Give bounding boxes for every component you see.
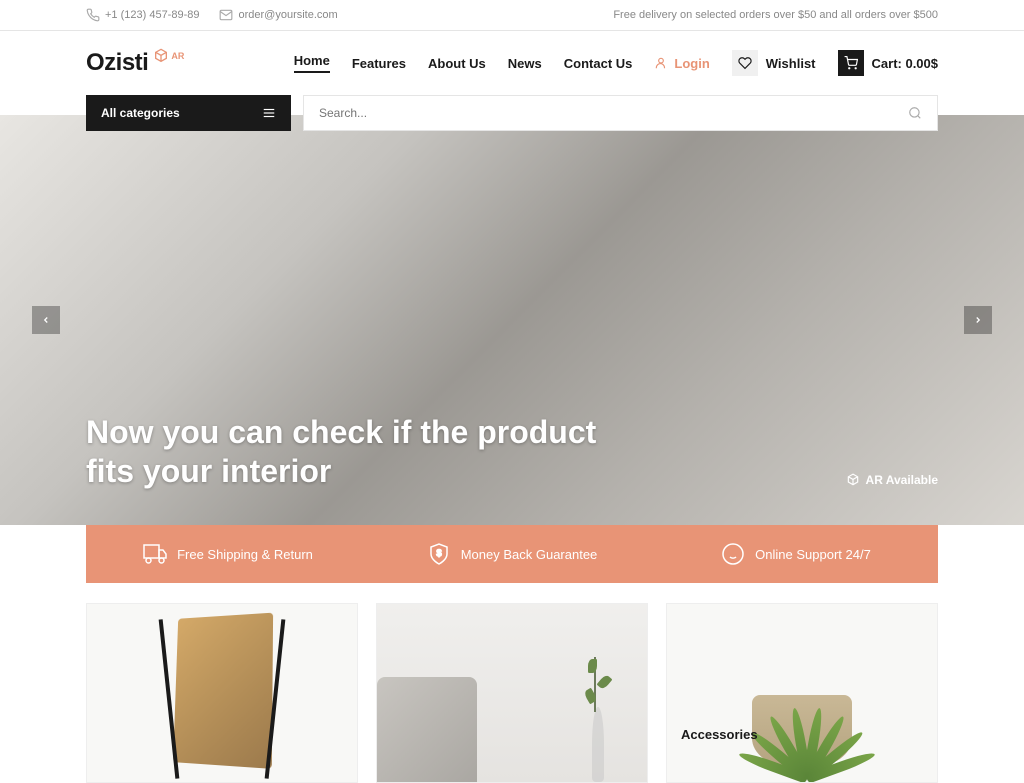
product-card-chair[interactable] bbox=[86, 603, 358, 783]
shield-icon: $ bbox=[427, 542, 451, 566]
truck-icon bbox=[143, 542, 167, 566]
hero-content: Now you can check if the product fits yo… bbox=[86, 413, 596, 490]
email-text: order@yoursite.com bbox=[238, 9, 337, 21]
nav-features[interactable]: Features bbox=[352, 56, 406, 71]
topbar: +1 (123) 457-89-89 order@yoursite.com Fr… bbox=[0, 0, 1024, 31]
feature-moneyback: $ Money Back Guarantee bbox=[370, 525, 654, 583]
product-label: Accessories bbox=[681, 727, 758, 742]
nav-home[interactable]: Home bbox=[294, 53, 330, 73]
ar-cube-icon bbox=[846, 473, 860, 487]
phone-text: +1 (123) 457-89-89 bbox=[105, 9, 199, 21]
hero-slider: Now you can check if the product fits yo… bbox=[0, 115, 1024, 525]
user-icon bbox=[654, 56, 668, 70]
feature-shipping: Free Shipping & Return bbox=[86, 525, 370, 583]
logo[interactable]: Ozisti AR bbox=[86, 49, 184, 77]
hero-prev-arrow[interactable] bbox=[32, 306, 60, 334]
login-link[interactable]: Login bbox=[654, 56, 709, 71]
product-card-sofa[interactable] bbox=[376, 603, 648, 783]
plant-image bbox=[752, 695, 852, 767]
ar-available-badge[interactable]: AR Available bbox=[846, 473, 938, 487]
subheader: All categories bbox=[0, 95, 1024, 131]
headset-icon bbox=[721, 542, 745, 566]
cart-icon bbox=[838, 50, 864, 76]
arrow-right-icon bbox=[973, 315, 983, 325]
heart-icon bbox=[732, 50, 758, 76]
search-icon[interactable] bbox=[908, 106, 922, 120]
phone-link[interactable]: +1 (123) 457-89-89 bbox=[86, 8, 199, 22]
features-bar: Free Shipping & Return $ Money Back Guar… bbox=[86, 525, 938, 583]
svg-text:$: $ bbox=[436, 548, 441, 558]
hero-next-arrow[interactable] bbox=[964, 306, 992, 334]
nav-about[interactable]: About Us bbox=[428, 56, 486, 71]
wishlist-link[interactable]: Wishlist bbox=[732, 50, 816, 76]
search-box bbox=[303, 95, 938, 131]
main-nav: Home Features About Us News Contact Us L… bbox=[294, 50, 938, 76]
delivery-note: Free delivery on selected orders over $5… bbox=[613, 9, 938, 21]
chair-image bbox=[172, 614, 272, 764]
header: Ozisti AR Home Features About Us News Co… bbox=[0, 31, 1024, 95]
menu-icon bbox=[262, 106, 276, 120]
hero-title: Now you can check if the product fits yo… bbox=[86, 413, 596, 490]
logo-text: Ozisti bbox=[86, 49, 148, 77]
mail-icon bbox=[219, 8, 233, 22]
feature-support: Online Support 24/7 bbox=[654, 525, 938, 583]
search-input[interactable] bbox=[319, 96, 908, 130]
nav-news[interactable]: News bbox=[508, 56, 542, 71]
sofa-image bbox=[377, 604, 647, 782]
arrow-left-icon bbox=[41, 315, 51, 325]
nav-contact[interactable]: Contact Us bbox=[564, 56, 633, 71]
categories-button[interactable]: All categories bbox=[86, 95, 291, 131]
email-link[interactable]: order@yoursite.com bbox=[219, 8, 337, 22]
phone-icon bbox=[86, 8, 100, 22]
ar-cube-icon bbox=[153, 48, 169, 64]
logo-badge: AR bbox=[153, 48, 184, 64]
product-grid: Accessories bbox=[0, 583, 1024, 783]
product-card-accessories[interactable]: Accessories bbox=[666, 603, 938, 783]
cart-link[interactable]: Cart: 0.00$ bbox=[838, 50, 938, 76]
